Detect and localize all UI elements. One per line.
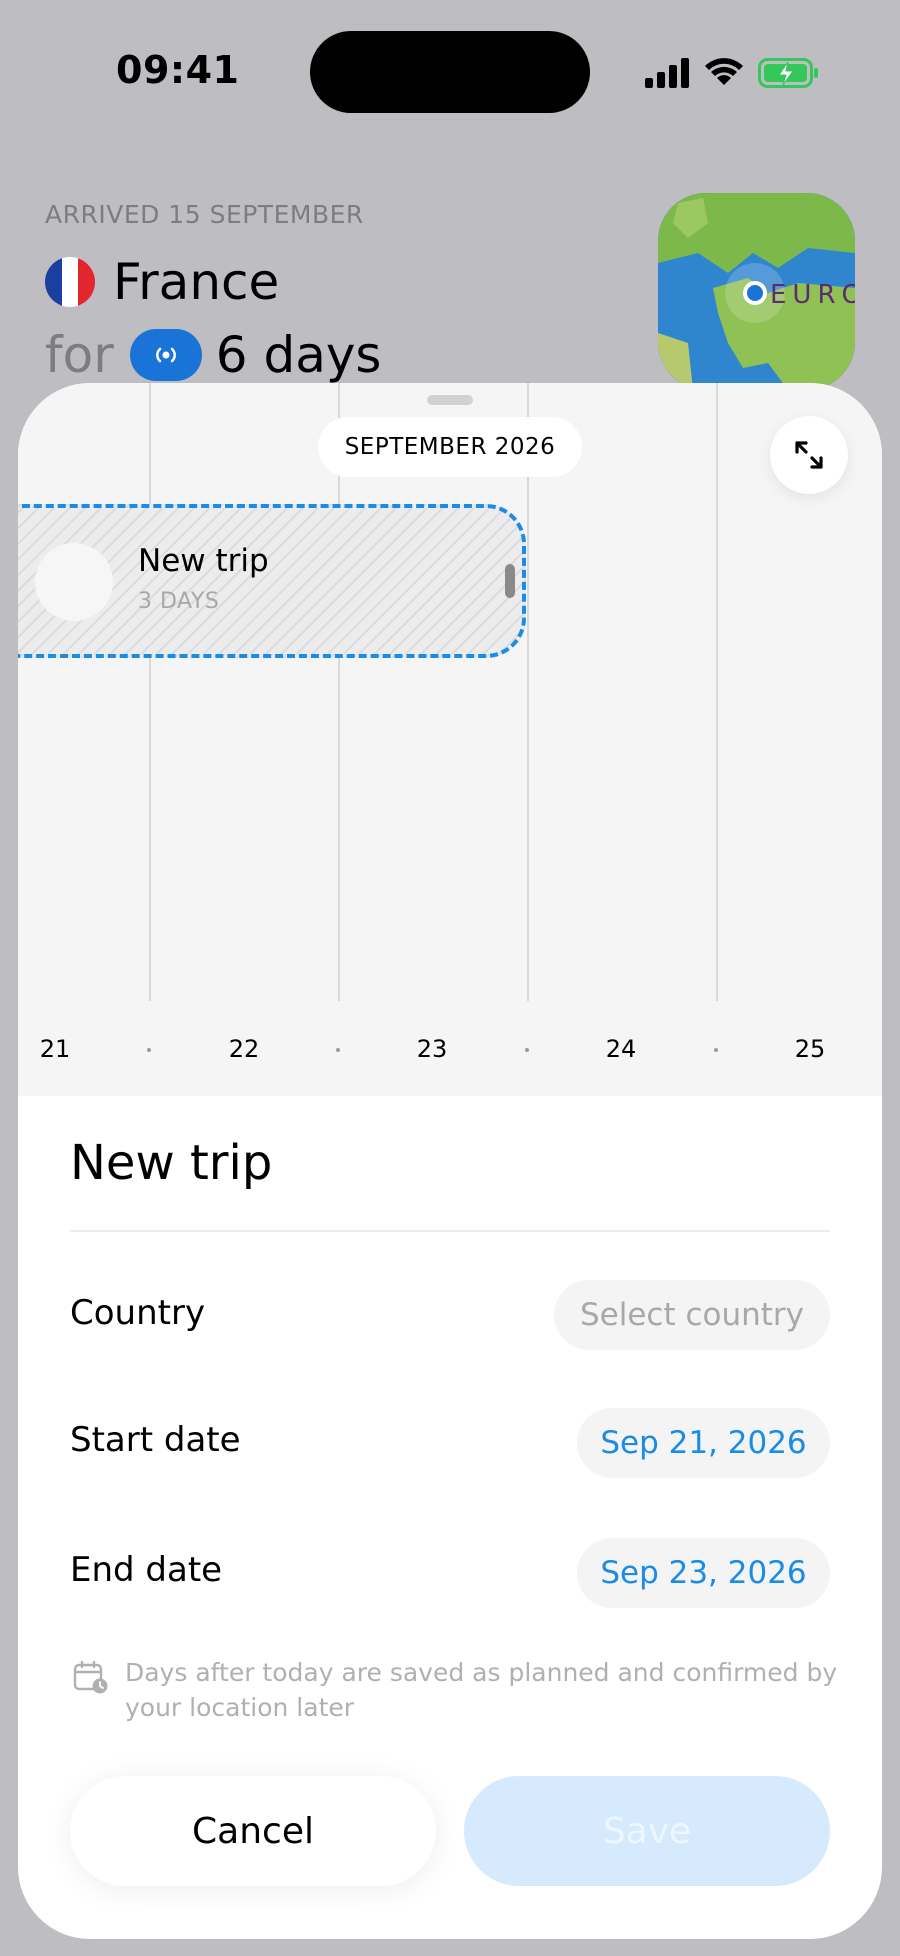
country-name: France [113, 253, 280, 311]
trip-resize-handle[interactable] [505, 564, 515, 598]
day-label[interactable]: 21 [40, 1035, 71, 1063]
duration-value: 6 days [215, 326, 382, 384]
new-trip-sheet: SEPTEMBER 2026 New trip 3 DAYS 21 22 23 … [18, 383, 882, 1939]
day-separator-dot [525, 1048, 529, 1052]
location-broadcast-icon [129, 329, 202, 381]
duration-heading: for 6 days [45, 326, 381, 384]
day-separator-dot [714, 1048, 718, 1052]
end-date-picker[interactable]: Sep 23, 2026 [577, 1538, 830, 1608]
trip-block-days: 3 DAYS [138, 589, 220, 614]
calendar-clock-icon [73, 1661, 108, 1694]
day-label[interactable]: 24 [606, 1035, 637, 1063]
sheet-grabber[interactable] [427, 395, 473, 405]
end-date-label: End date [70, 1550, 223, 1590]
day-label[interactable]: 25 [795, 1035, 826, 1063]
country-select[interactable]: Select country [554, 1280, 830, 1350]
expand-button[interactable] [770, 416, 848, 494]
country-heading: France [45, 253, 279, 311]
start-date-label: Start date [70, 1420, 241, 1460]
for-label: for [45, 326, 114, 384]
day-label[interactable]: 23 [417, 1035, 448, 1063]
form-title: New trip [70, 1135, 273, 1191]
signal-icon [645, 58, 689, 88]
france-flag-icon [45, 257, 95, 307]
battery-charging-icon [758, 58, 818, 88]
planned-days-hint: Days after today are saved as planned an… [125, 1658, 838, 1722]
day-separator-dot [336, 1048, 340, 1052]
day-separator-dot [147, 1048, 151, 1052]
day-gridline [716, 383, 718, 1001]
status-time: 09:41 [116, 48, 240, 92]
map-thumbnail[interactable]: EURO [658, 193, 855, 390]
month-label: SEPTEMBER 2026 [318, 417, 582, 477]
wifi-icon [705, 58, 743, 85]
expand-icon [795, 441, 823, 469]
trip-block-title: New trip [138, 543, 269, 579]
day-gridline [149, 383, 151, 1001]
map-region-label: EURO [770, 280, 855, 310]
day-label[interactable]: 22 [229, 1035, 260, 1063]
arrived-date: ARRIVED 15 SEPTEMBER [45, 200, 364, 229]
dynamic-island [310, 31, 590, 113]
country-label: Country [70, 1293, 206, 1333]
trip-avatar [35, 543, 113, 621]
divider [70, 1230, 830, 1232]
trip-timeline[interactable]: SEPTEMBER 2026 New trip 3 DAYS 21 22 23 … [18, 383, 882, 1096]
start-date-picker[interactable]: Sep 21, 2026 [577, 1408, 830, 1478]
save-button[interactable]: Save [464, 1776, 830, 1886]
cancel-button[interactable]: Cancel [70, 1776, 436, 1886]
